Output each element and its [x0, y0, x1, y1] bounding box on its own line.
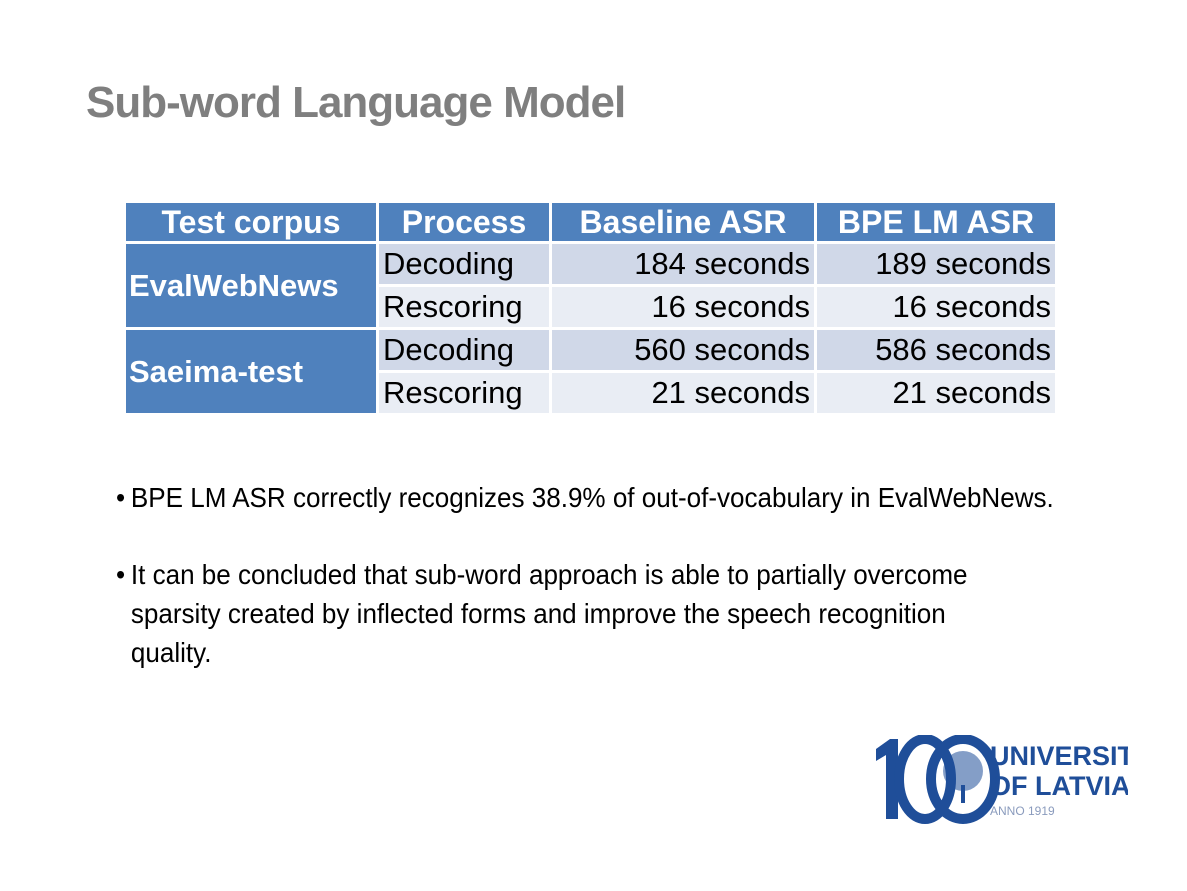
- process-cell: Decoding: [379, 244, 549, 284]
- bullet-text: It can be concluded that sub-word approa…: [130, 559, 968, 668]
- header-process: Process: [379, 203, 549, 241]
- baseline-cell: 184 seconds: [552, 244, 814, 284]
- logo-line1: UNIVERSITY: [990, 741, 1128, 771]
- header-baseline-asr: Baseline ASR: [552, 203, 814, 241]
- bpe-cell: 586 seconds: [817, 330, 1055, 370]
- bpe-cell: 189 seconds: [817, 244, 1055, 284]
- table-row: Saeima-test Decoding 560 seconds 586 sec…: [126, 330, 1055, 413]
- bullet-item: • BPE LM ASR correctly recognizes 38.9% …: [116, 478, 1070, 517]
- baseline-cell: 16 seconds: [552, 287, 814, 327]
- corpus-cell: EvalWebNews: [126, 244, 376, 327]
- header-bpe-lm-asr: BPE LM ASR: [817, 203, 1055, 241]
- bpe-cell: 21 seconds: [817, 373, 1055, 413]
- slide-title: Sub-word Language Model: [86, 78, 626, 127]
- logo-line3: ANNO 1919: [990, 804, 1055, 818]
- table-header-row: Test corpus Process Baseline ASR BPE LM …: [126, 203, 1055, 241]
- bullet-item: • It can be concluded that sub-word appr…: [116, 555, 1024, 672]
- corpus-cell: Saeima-test: [126, 330, 376, 413]
- bpe-cell: 16 seconds: [817, 287, 1055, 327]
- bullet-marker: •: [116, 482, 126, 513]
- table-row: EvalWebNews Decoding 184 seconds 189 sec…: [126, 244, 1055, 327]
- header-test-corpus: Test corpus: [126, 203, 376, 241]
- process-cell: Rescoring: [379, 373, 549, 413]
- logo-100-icon: UNIVERSITY OF LATVIA ANNO 1919: [876, 734, 1152, 824]
- bullet-marker: •: [116, 559, 126, 590]
- baseline-cell: 21 seconds: [552, 373, 814, 413]
- university-logo: UNIVERSITY OF LATVIA ANNO 1919: [868, 734, 1152, 825]
- bullet-text: BPE LM ASR correctly recognizes 38.9% of…: [130, 482, 1054, 513]
- process-cell: Decoding: [379, 330, 549, 370]
- timing-table: Test corpus Process Baseline ASR BPE LM …: [123, 200, 1058, 416]
- logo-line2: OF LATVIA: [990, 771, 1128, 801]
- bullet-list: • BPE LM ASR correctly recognizes 38.9% …: [116, 478, 1056, 710]
- baseline-cell: 560 seconds: [552, 330, 814, 370]
- process-cell: Rescoring: [379, 287, 549, 327]
